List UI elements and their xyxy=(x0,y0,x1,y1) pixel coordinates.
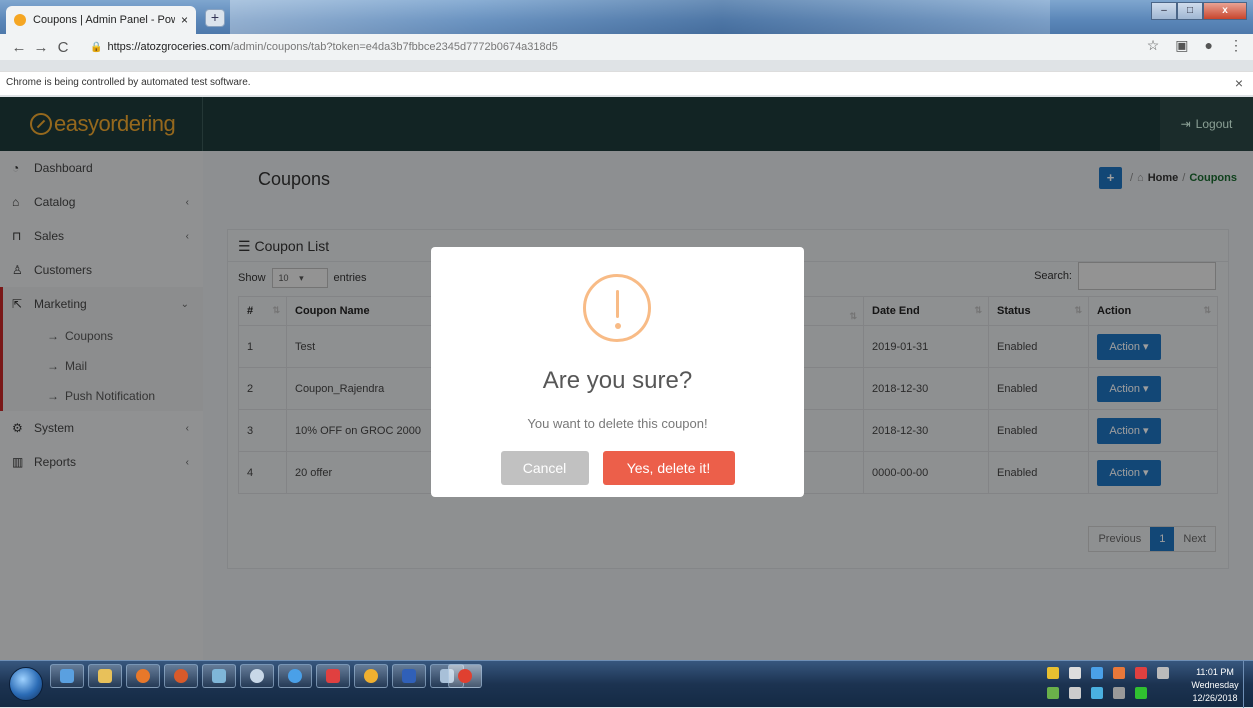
window-controls: – □ x xyxy=(1151,2,1247,20)
tray-lock-icon[interactable] xyxy=(1069,667,1081,679)
minimize-button[interactable]: – xyxy=(1151,2,1177,20)
taskbar-app-icon-4[interactable] xyxy=(316,664,350,688)
clock-date: 12/26/2018 xyxy=(1192,693,1238,703)
start-button[interactable] xyxy=(9,667,43,701)
star-icon[interactable]: ☆ xyxy=(1147,37,1160,54)
tab-close-icon[interactable]: × xyxy=(181,13,188,27)
clock-time: 11:01 PM xyxy=(1196,667,1234,677)
tray-app-icon[interactable] xyxy=(1091,687,1103,699)
tab-title: Coupons | Admin Panel - Powere xyxy=(33,14,175,26)
confirm-delete-dialog: Are you sure? You want to delete this co… xyxy=(431,247,804,497)
cancel-button[interactable]: Cancel xyxy=(500,451,589,485)
windows-taskbar: 11:01 PM Wednesday 12/26/2018 xyxy=(0,660,1253,708)
address-bar-row: ← → C 🔒 https://atozgroceries.com/admin/… xyxy=(0,34,1253,60)
reload-icon[interactable]: C xyxy=(52,39,74,56)
tray-network-icon[interactable] xyxy=(1047,687,1059,699)
new-tab-button[interactable]: + xyxy=(205,9,225,27)
lock-icon: 🔒 xyxy=(90,41,103,53)
system-tray xyxy=(1047,667,1171,699)
forward-arrow-icon[interactable]: → xyxy=(30,39,52,56)
tray-shield-icon[interactable] xyxy=(1047,667,1059,679)
extension-icon[interactable]: ▣ xyxy=(1175,37,1188,54)
show-desktop-button[interactable] xyxy=(1243,661,1253,708)
tray-app-icon[interactable] xyxy=(1113,667,1125,679)
warning-icon xyxy=(583,274,651,342)
taskbar-explorer-icon[interactable] xyxy=(88,664,122,688)
url-host: https://atozgroceries.com xyxy=(107,41,231,53)
taskbar-app-icon-2[interactable] xyxy=(202,664,236,688)
tray-app-icon[interactable] xyxy=(1135,687,1147,699)
taskbar-chrome-active-icon[interactable] xyxy=(448,664,482,688)
browser-tabbar: Coupons | Admin Panel - Powere × + – □ x xyxy=(0,0,1253,34)
taskbar-app-icon-3[interactable] xyxy=(240,664,274,688)
browser-tab[interactable]: Coupons | Admin Panel - Powere × xyxy=(6,6,196,34)
back-arrow-icon[interactable]: ← xyxy=(8,39,30,56)
tray-app-icon[interactable] xyxy=(1157,667,1169,679)
account-icon[interactable]: ● xyxy=(1205,37,1213,54)
clock-day: Wednesday xyxy=(1191,680,1239,690)
window-close-button[interactable]: x xyxy=(1203,2,1247,20)
url-bar[interactable]: 🔒 https://atozgroceries.com/admin/coupon… xyxy=(90,37,1110,57)
confirm-delete-button[interactable]: Yes, delete it! xyxy=(602,451,735,485)
menu-icon[interactable]: ⋮ xyxy=(1229,37,1243,54)
taskbar-firefox-icon-2[interactable] xyxy=(164,664,198,688)
maximize-button[interactable]: □ xyxy=(1177,2,1203,20)
taskbar-firefox-icon[interactable] xyxy=(126,664,160,688)
taskbar-clock[interactable]: 11:01 PM Wednesday 12/26/2018 xyxy=(1185,666,1245,705)
favicon-icon xyxy=(14,14,26,26)
infobar-close-icon[interactable]: × xyxy=(1235,75,1243,91)
dialog-message: You want to delete this coupon! xyxy=(527,416,708,431)
tray-app-icon[interactable] xyxy=(1113,687,1125,699)
dialog-title: Are you sure? xyxy=(542,367,693,394)
tray-volume-icon[interactable] xyxy=(1069,687,1081,699)
taskbar-chrome-icon[interactable] xyxy=(354,664,388,688)
taskbar-ie-icon[interactable] xyxy=(278,664,312,688)
automation-infobar: Chrome is being controlled by automated … xyxy=(0,71,1253,95)
url-path: /admin/coupons/tab?token=e4da3b7fbbce234… xyxy=(230,41,558,53)
tray-app-icon[interactable] xyxy=(1135,667,1147,679)
tray-app-icon[interactable] xyxy=(1091,667,1103,679)
taskbar-word-icon[interactable] xyxy=(392,664,426,688)
taskbar-app-icon[interactable] xyxy=(50,664,84,688)
blurred-tabs xyxy=(230,0,1050,34)
automation-message: Chrome is being controlled by automated … xyxy=(6,77,251,88)
